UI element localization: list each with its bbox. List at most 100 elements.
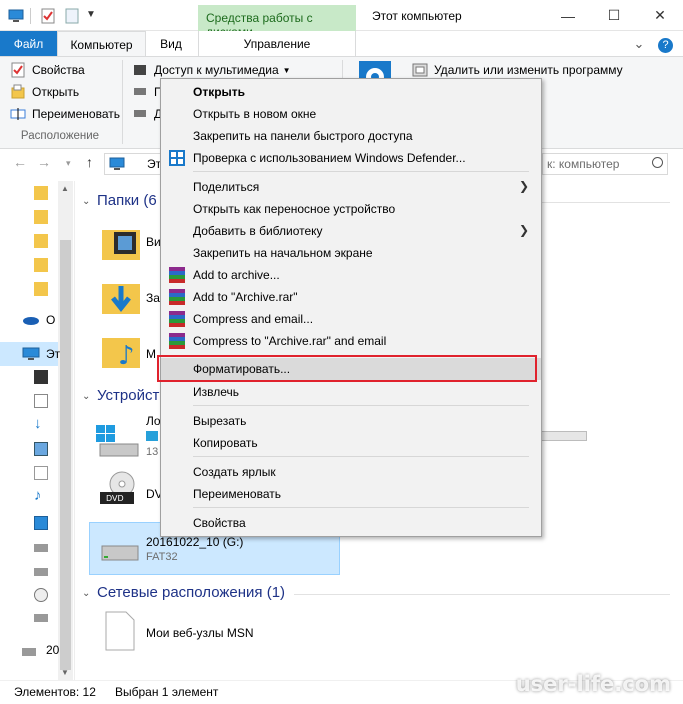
menu-item-copy[interactable]: Копировать	[161, 432, 541, 454]
menu-item-eject[interactable]: Извлечь	[161, 381, 541, 403]
nav-this-pc-label[interactable]: Эт	[46, 347, 60, 361]
scroll-down-icon[interactable]: ▼	[61, 668, 69, 677]
properties-quick-icon[interactable]	[40, 8, 56, 24]
ribbon-uninstall-label: Удалить или изменить программу	[434, 63, 623, 77]
recent-locations-chevron-icon[interactable]: ▾	[66, 158, 71, 169]
downloads-icon[interactable]: ↓	[34, 415, 42, 432]
ribbon-media-access-button[interactable]: Доступ к мультимедиа ▼	[132, 60, 291, 80]
menu-item-rename[interactable]: Переименовать	[161, 483, 541, 505]
new-folder-quick-icon[interactable]	[64, 8, 80, 24]
downloads-folder-icon[interactable]	[100, 276, 142, 321]
menu-item-defender-scan[interactable]: Проверка с использованием Windows Defend…	[161, 147, 541, 169]
dvd-drive-icon[interactable]: DVD	[94, 470, 140, 517]
group-title-devices[interactable]: Устройст	[97, 387, 159, 404]
menu-separator	[193, 456, 529, 457]
back-arrow-icon[interactable]: ←	[13, 154, 27, 170]
chevron-down-icon[interactable]: ⌄	[633, 36, 644, 51]
tab-computer[interactable]: Компьютер	[57, 31, 146, 57]
ribbon-map-drive-button[interactable]: П	[132, 82, 163, 102]
folder-name[interactable]: Ви	[146, 235, 161, 249]
document-icon[interactable]	[104, 610, 136, 655]
nav-drive-label[interactable]: 20	[46, 643, 59, 657]
menu-item-add-to-archive-rar[interactable]: Add to "Archive.rar"	[161, 286, 541, 308]
dvd-drive-icon[interactable]	[34, 588, 48, 602]
search-input[interactable]: к: компьютер	[542, 153, 668, 175]
folder-icon[interactable]	[34, 186, 48, 200]
music-icon[interactable]: ♪	[34, 487, 42, 504]
ribbon-rename-label: Переименовать	[32, 107, 120, 121]
menu-item-open[interactable]: Открыть	[161, 81, 541, 103]
maximize-button[interactable]: ☐	[591, 0, 637, 31]
scroll-up-icon[interactable]: ▲	[61, 184, 69, 193]
music-folder-icon[interactable]: ♪	[100, 330, 142, 375]
drive-name[interactable]: 20161022_10 (G:)	[146, 535, 243, 549]
ribbon-add-location-button[interactable]: Д	[132, 104, 162, 124]
documents-icon[interactable]	[34, 394, 48, 408]
pictures-icon[interactable]	[34, 442, 48, 456]
menu-item-share[interactable]: Поделиться ❯	[161, 176, 541, 198]
menu-item-label: Открыть как переносное устройство	[193, 202, 396, 216]
properties-icon	[10, 62, 26, 78]
menu-item-open-portable[interactable]: Открыть как переносное устройство	[161, 198, 541, 220]
menu-item-open-new-window[interactable]: Открыть в новом окне	[161, 103, 541, 125]
group-title-folders[interactable]: Папки (6	[97, 192, 157, 209]
winrar-icon	[169, 289, 185, 305]
computer-icon	[22, 347, 40, 364]
tab-view[interactable]: Вид	[146, 31, 196, 56]
local-disk-icon[interactable]	[94, 420, 140, 465]
ribbon-uninstall-button[interactable]: Удалить или изменить программу	[412, 60, 623, 80]
drive-usage-bar-track	[541, 431, 587, 441]
menu-item-label: Добавить в библиотеку	[193, 224, 323, 238]
desktop-icon[interactable]	[34, 516, 48, 530]
menu-separator	[193, 507, 529, 508]
menu-item-cut[interactable]: Вырезать	[161, 410, 541, 432]
chevron-down-icon[interactable]: ⌄	[82, 196, 90, 207]
help-icon[interactable]: ?	[658, 38, 673, 53]
folder-icon[interactable]	[34, 234, 48, 248]
drive-icon[interactable]	[22, 648, 36, 656]
videos-folder-icon[interactable]	[100, 222, 142, 267]
quick-access-dropdown-icon[interactable]: ▼	[86, 9, 96, 20]
menu-item-label: Compress to "Archive.rar" and email	[193, 334, 387, 348]
menu-item-pin-start[interactable]: Закрепить на начальном экране	[161, 242, 541, 264]
drive-icon[interactable]	[34, 568, 48, 576]
menu-item-create-shortcut[interactable]: Создать ярлык	[161, 461, 541, 483]
up-arrow-icon[interactable]: ↑	[86, 154, 93, 170]
tab-manage[interactable]: Управление	[198, 31, 356, 56]
tab-file[interactable]: Файл	[0, 31, 57, 56]
close-button[interactable]: ✕	[637, 0, 683, 31]
menu-item-properties[interactable]: Свойства	[161, 512, 541, 534]
winrar-icon	[169, 311, 185, 327]
folder-icon[interactable]	[34, 282, 48, 296]
group-title-network[interactable]: Сетевые расположения (1)	[97, 584, 285, 601]
nav-onedrive-label[interactable]: О	[46, 313, 55, 327]
file-icon[interactable]	[34, 466, 48, 480]
videos-icon[interactable]	[34, 370, 48, 384]
nav-scrollbar-thumb[interactable]	[60, 240, 71, 670]
minimize-button[interactable]: —	[545, 0, 591, 31]
forward-arrow-icon[interactable]: →	[37, 154, 51, 170]
drive-icon[interactable]	[34, 544, 48, 552]
ribbon-rename-button[interactable]: Переименовать	[10, 104, 120, 124]
menu-item-compress-rar-email[interactable]: Compress to "Archive.rar" and email	[161, 330, 541, 352]
window-title: Этот компьютер	[372, 9, 462, 23]
ribbon-open-button[interactable]: Открыть	[10, 82, 79, 102]
drive-icon[interactable]	[34, 614, 48, 622]
folder-name[interactable]: За	[146, 291, 160, 305]
network-item-name[interactable]: Мои веб-узлы MSN	[146, 626, 253, 640]
menu-item-pin-quick-access[interactable]: Закрепить на панели быстрого доступа	[161, 125, 541, 147]
folder-icon[interactable]	[34, 210, 48, 224]
menu-item-label: Add to "Archive.rar"	[193, 290, 298, 304]
chevron-down-icon[interactable]: ⌄	[82, 391, 90, 402]
onedrive-icon[interactable]	[22, 314, 40, 329]
menu-item-add-to-archive[interactable]: Add to archive...	[161, 264, 541, 286]
ribbon-properties-button[interactable]: Свойства	[10, 60, 85, 80]
folder-icon[interactable]	[34, 258, 48, 272]
menu-item-add-to-library[interactable]: Добавить в библиотеку ❯	[161, 220, 541, 242]
drive-name[interactable]: Ло	[146, 414, 161, 428]
search-icon[interactable]	[652, 157, 663, 168]
breadcrumb[interactable]: Эт	[147, 157, 161, 171]
folder-name[interactable]: М	[146, 347, 156, 361]
chevron-down-icon[interactable]: ⌄	[82, 588, 90, 599]
menu-item-compress-email[interactable]: Compress and email...	[161, 308, 541, 330]
